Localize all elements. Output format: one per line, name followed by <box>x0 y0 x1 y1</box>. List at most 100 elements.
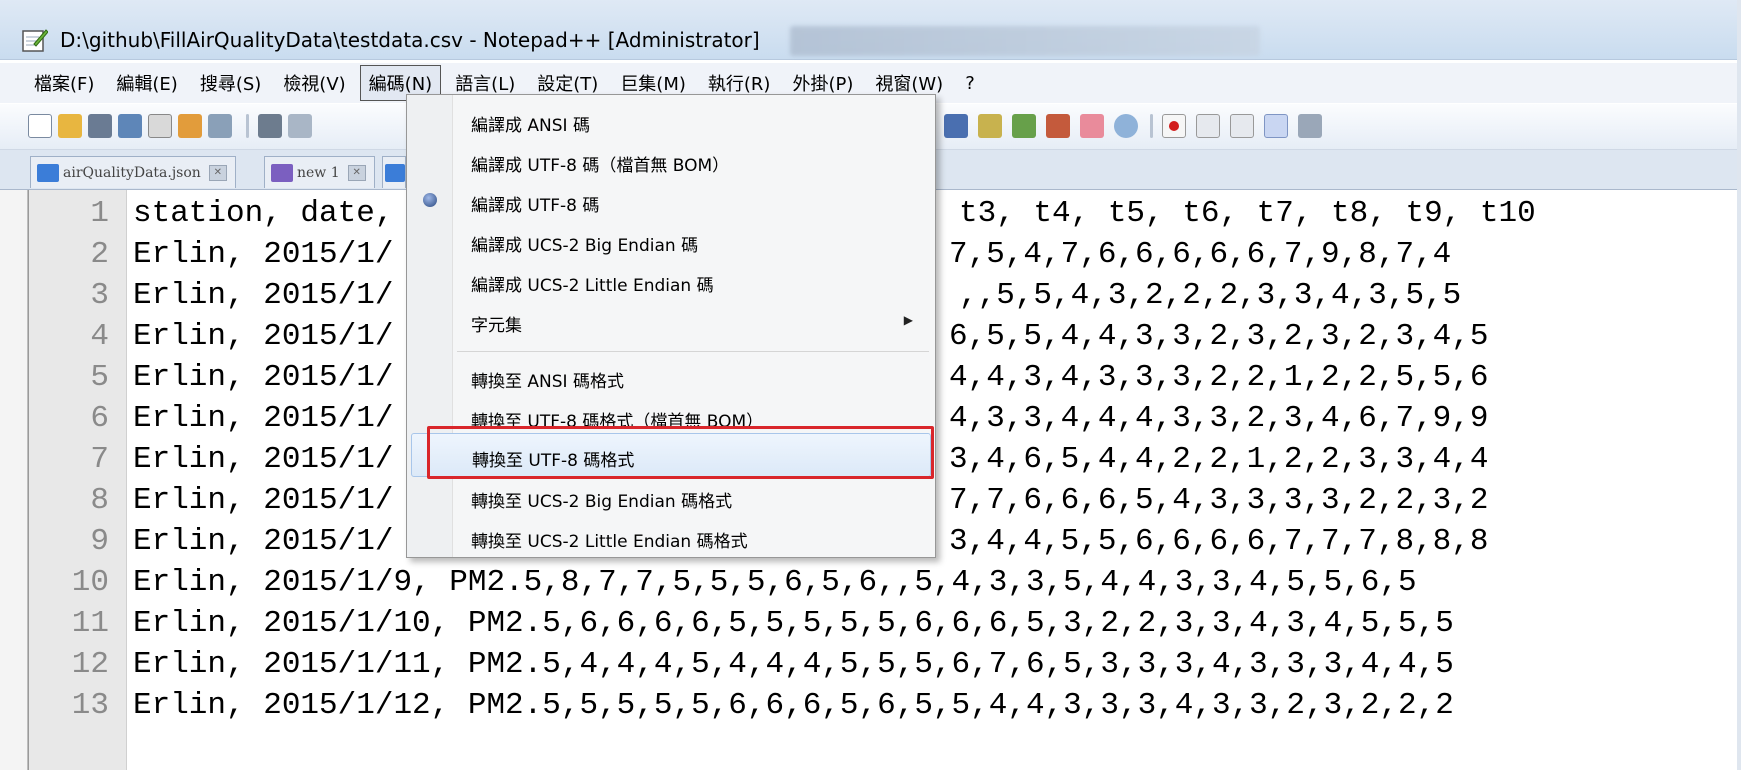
menu-item-convert-ucs2-le[interactable]: 轉換至 UCS-2 Little Endian 碼格式 <box>407 517 935 557</box>
menu-view[interactable]: 檢視(V) <box>275 66 353 100</box>
menu-item-convert-ansi[interactable]: 轉換至 ANSI 碼格式 <box>407 357 935 397</box>
menu-item-label: 編譯成 ANSI 碼 <box>471 116 590 136</box>
line-number: 1 <box>90 196 109 231</box>
function-list-icon[interactable] <box>1012 114 1036 138</box>
indent-guide-icon[interactable] <box>944 114 968 138</box>
menu-item-convert-utf8-no-bom[interactable]: 轉換至 UTF-8 碼格式（檔首無 BOM） <box>407 397 935 437</box>
run-macro-multiple-icon[interactable] <box>1264 114 1288 138</box>
file-save-icon <box>37 163 59 182</box>
play-macro-icon[interactable] <box>1230 114 1254 138</box>
line-text: Erlin, 2015/1/ <box>133 524 394 559</box>
line-number: 4 <box>90 319 109 354</box>
line-number: 2 <box>90 237 109 272</box>
menu-item-label: 編譯成 UCS-2 Little Endian 碼 <box>471 276 714 296</box>
menu-edit[interactable]: 編輯(E) <box>108 66 185 100</box>
line-text: ,,5,5,4,3,2,2,2,3,3,4,3,5,5 <box>959 278 1462 313</box>
menu-item-label: 轉換至 UCS-2 Little Endian 碼格式 <box>471 532 748 552</box>
toolbar-separator <box>246 114 249 138</box>
line-text: Erlin, 2015/1/9, PM2.5,8,7,7,5,5,5,6,5,6… <box>133 565 1417 600</box>
folder-workspace-icon[interactable] <box>1046 114 1070 138</box>
menu-item-label: 轉換至 UCS-2 Big Endian 碼格式 <box>471 492 733 512</box>
menu-item-label: 編譯成 UCS-2 Big Endian 碼 <box>471 236 699 256</box>
window-right-border <box>1737 0 1741 770</box>
window-title: D:\github\FillAirQualityData\testdata.cs… <box>60 28 760 52</box>
encoding-dropdown-menu: 編譯成 ANSI 碼 編譯成 UTF-8 碼（檔首無 BOM） 編譯成 UTF-… <box>406 94 936 558</box>
line-number: 7 <box>90 442 109 477</box>
editor-line: 11 Erlin, 2015/1/10, PM2.5,6,6,6,6,5,5,5,… <box>29 603 1741 644</box>
line-text: Erlin, 2015/1/ <box>133 319 394 354</box>
menu-item-label: 轉換至 ANSI 碼格式 <box>471 372 624 392</box>
print-icon[interactable] <box>208 114 232 138</box>
editor-line: 13 Erlin, 2015/1/12, PM2.5,5,5,5,5,6,6,6,… <box>29 685 1741 726</box>
line-text: 7,5,4,7,6,6,6,6,6,7,9,8,7,4 <box>949 237 1452 272</box>
save-all-icon[interactable] <box>118 114 142 138</box>
file-save-icon <box>385 163 405 182</box>
line-number: 5 <box>90 360 109 395</box>
close-all-icon[interactable] <box>178 114 202 138</box>
close-tab-icon[interactable]: ✕ <box>347 164 366 181</box>
line-text: Erlin, 2015/1/ <box>133 401 394 436</box>
monitor-icon[interactable] <box>1080 114 1104 138</box>
submenu-arrow-icon: ▶ <box>903 313 913 327</box>
menu-item-convert-ucs2-be[interactable]: 轉換至 UCS-2 Big Endian 碼格式 <box>407 477 935 517</box>
tab-label: new 1 <box>297 164 340 181</box>
tab-testdata-csv[interactable] <box>382 156 406 188</box>
line-number: 11 <box>71 606 109 641</box>
toolbar-separator <box>1150 114 1153 138</box>
eye-icon[interactable] <box>1114 114 1138 138</box>
line-number: 9 <box>90 524 109 559</box>
cut-icon[interactable] <box>258 114 282 138</box>
line-text: 3,4,6,5,4,4,2,2,1,2,2,3,3,4,4 <box>949 442 1489 477</box>
menu-item-label: 字元集 <box>471 316 522 336</box>
editor-left-margin <box>0 190 28 770</box>
menu-item-encode-ucs2-le[interactable]: 編譯成 UCS-2 Little Endian 碼 <box>407 261 935 301</box>
line-text: 4,4,3,4,3,3,3,2,2,1,2,2,5,5,6 <box>949 360 1489 395</box>
tab-label: airQualityData.json <box>63 164 201 181</box>
line-text: 7,7,6,6,6,5,4,3,3,3,3,2,2,3,2 <box>949 483 1489 518</box>
menu-item-label: 轉換至 UTF-8 碼格式 <box>472 451 635 471</box>
menu-item-label: 轉換至 UTF-8 碼格式（檔首無 BOM） <box>471 412 764 432</box>
line-text: 4,3,3,4,4,4,3,3,2,3,4,6,7,9,9 <box>949 401 1489 436</box>
open-file-icon[interactable] <box>58 114 82 138</box>
close-file-icon[interactable] <box>148 114 172 138</box>
line-number: 10 <box>71 565 109 600</box>
menu-help[interactable]: ? <box>957 69 983 98</box>
save-icon[interactable] <box>88 114 112 138</box>
menu-item-encode-utf8[interactable]: 編譯成 UTF-8 碼 <box>407 181 935 221</box>
new-file-icon[interactable] <box>28 114 52 138</box>
menu-item-label: 編譯成 UTF-8 碼（檔首無 BOM） <box>471 156 730 176</box>
line-text: Erlin, 2015/1/ <box>133 442 394 477</box>
line-text: Erlin, 2015/1/10, PM2.5,6,6,6,6,5,5,5,5,… <box>133 606 1454 641</box>
line-text: Erlin, 2015/1/ <box>133 360 394 395</box>
menu-item-character-sets[interactable]: 字元集 ▶ <box>407 301 935 341</box>
tab-new-1[interactable]: new 1 ✕ <box>264 156 375 188</box>
notepadpp-app-icon <box>22 29 48 52</box>
line-text: 3,4,4,5,5,6,6,6,6,7,7,7,8,8,8 <box>949 524 1489 559</box>
record-macro-icon[interactable] <box>1162 114 1186 138</box>
line-text: Erlin, 2015/1/ <box>133 278 394 313</box>
radio-bullet-icon <box>423 193 437 207</box>
line-number: 6 <box>90 401 109 436</box>
line-number: 8 <box>90 483 109 518</box>
tab-airqualitydata-json[interactable]: airQualityData.json ✕ <box>30 156 236 188</box>
save-macro-icon[interactable] <box>1298 114 1322 138</box>
line-text: station, date, <box>133 196 394 231</box>
menu-file[interactable]: 檔案(F) <box>26 66 102 100</box>
menu-item-encode-utf8-no-bom[interactable]: 編譯成 UTF-8 碼（檔首無 BOM） <box>407 141 935 181</box>
menu-search[interactable]: 搜尋(S) <box>192 66 269 100</box>
stop-macro-icon[interactable] <box>1196 114 1220 138</box>
line-text: 6,5,5,4,4,3,3,2,3,2,3,2,3,4,5 <box>949 319 1489 354</box>
doc-map-icon[interactable] <box>978 114 1002 138</box>
file-save-icon <box>271 163 293 182</box>
menu-item-convert-utf8[interactable]: 轉換至 UTF-8 碼格式 <box>411 433 931 477</box>
menu-item-label: 編譯成 UTF-8 碼 <box>471 196 600 216</box>
menu-item-encode-ucs2-be[interactable]: 編譯成 UCS-2 Big Endian 碼 <box>407 221 935 261</box>
line-text: Erlin, 2015/1/12, PM2.5,5,5,5,5,6,6,6,5,… <box>133 688 1454 723</box>
menu-item-encode-ansi[interactable]: 編譯成 ANSI 碼 <box>407 101 935 141</box>
blurred-title-area <box>790 26 1260 56</box>
editor-line: 10 Erlin, 2015/1/9, PM2.5,8,7,7,5,5,5,6,5… <box>29 562 1741 603</box>
copy-icon[interactable] <box>288 114 312 138</box>
title-bar[interactable]: D:\github\FillAirQualityData\testdata.cs… <box>0 0 1741 60</box>
close-tab-icon[interactable]: ✕ <box>208 164 227 181</box>
line-text: Erlin, 2015/1/11, PM2.5,4,4,4,5,4,4,4,5,… <box>133 647 1454 682</box>
